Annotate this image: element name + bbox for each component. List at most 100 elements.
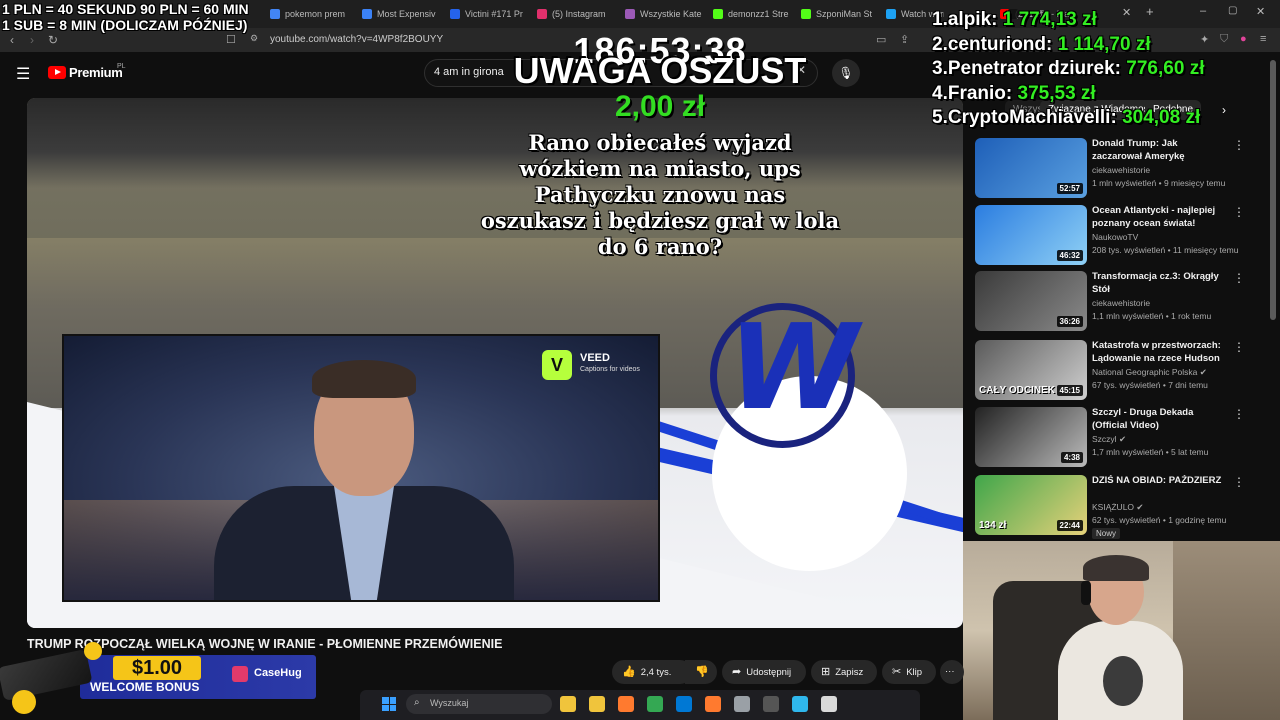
recommendation-meta: 67 tys. wyświetleń • 7 dni temu [1092, 380, 1208, 390]
video-duration: 22:44 [1056, 520, 1083, 531]
video-thumbnail[interactable]: CAŁY ODCINEK 45:15 [975, 340, 1087, 400]
taskbar-app-icon[interactable] [676, 696, 692, 712]
ad-bonus-text: WELCOME BONUS [90, 680, 200, 694]
taskbar-search-input[interactable]: Wyszukaj [430, 698, 468, 708]
browser-tab[interactable]: pokemon prem [270, 4, 348, 24]
more-actions-button[interactable]: ··· [940, 660, 964, 684]
new-badge: Nowy [1092, 528, 1121, 539]
browser-tab[interactable]: Most Expensiv [362, 4, 440, 24]
thumbs-down-icon: 👎 [695, 666, 709, 678]
tab-favicon-icon [886, 9, 896, 19]
screen: pokemon prem Most Expensiv Victini #171 … [0, 0, 1280, 720]
recommendation-title[interactable]: Szczyl - Druga Dekada (Official Video) [1092, 407, 1222, 432]
channel-logo-letter-icon: W [728, 298, 859, 436]
recommendation-channel[interactable]: ciekawehistorie [1092, 298, 1150, 308]
dislike-button[interactable]: 👎 [685, 660, 717, 684]
youtube-logo-icon[interactable] [48, 66, 66, 79]
tab-favicon-icon [801, 9, 811, 19]
cast-icon[interactable]: ▭ [876, 33, 886, 46]
bookmark-icon[interactable]: ☐ [226, 33, 236, 46]
video-duration: 45:15 [1056, 385, 1083, 396]
recommendation-channel[interactable]: ciekawehistorie [1092, 165, 1150, 175]
shirt-print [1103, 656, 1143, 706]
browser-tab[interactable]: Victini #171 Pr [450, 4, 528, 24]
browser-tab[interactable]: (5) Instagram [537, 4, 615, 24]
recommendation-channel[interactable]: KSIĄŻULO ✔ [1092, 502, 1144, 513]
video-thumbnail[interactable]: 134 zł 22:44 [975, 475, 1087, 535]
recommendation-item[interactable]: 134 zł 22:44 DZIŚ NA OBIAD: PAŹDZIERZ KSIĄŻ… [975, 475, 1247, 539]
more-options-icon[interactable]: ⋮ [1233, 205, 1245, 219]
browser-tab[interactable]: demonzz1 Stre [713, 4, 791, 24]
taskbar-app-icon[interactable] [647, 696, 663, 712]
recommendation-item[interactable]: 46:32 Ocean Atlantycki - najlepiej poznan… [975, 205, 1247, 269]
youtube-brand[interactable]: Premium [69, 65, 123, 80]
video-duration: 4:38 [1060, 452, 1083, 463]
url-field[interactable]: youtube.com/watch?v=4WP8f2BOUYY [270, 34, 443, 45]
donation-leaderboard: 1.alpik: 1 774,13 zł 2.centuriond: 1 114… [932, 8, 1272, 131]
recommendation-channel[interactable]: National Geographic Polska ✔ [1092, 367, 1207, 378]
recommendation-channel[interactable]: Szczyl ✔ [1092, 434, 1126, 445]
taskbar-app-icon[interactable] [589, 696, 605, 712]
site-info-icon[interactable]: ⚙ [250, 33, 258, 44]
video-inset-speaker: V VEED Captions for videos [62, 334, 660, 602]
rules-line: 1 PLN = 40 SEKUND 90 PLN = 60 MIN [2, 1, 249, 17]
video-thumbnail[interactable]: 36:26 [975, 271, 1087, 331]
tab-favicon-icon [450, 9, 460, 19]
recommendation-title[interactable]: Transformacja cz.3: Okrągły Stół [1092, 271, 1222, 296]
recommendation-channel[interactable]: NaukowoTV [1092, 232, 1138, 242]
recommendation-title[interactable]: Ocean Atlantycki - najlepiej poznany oce… [1092, 205, 1222, 230]
save-icon: ⊞ [821, 666, 831, 678]
thumbnail-text: CAŁY ODCINEK [979, 385, 1055, 396]
recommendation-title[interactable]: Donald Trump: Jak zaczarował Amerykę [1092, 138, 1222, 163]
taskbar-app-icon[interactable] [705, 696, 721, 712]
recommendation-title[interactable]: Katastrofa w przestworzach: Lądowanie na… [1092, 340, 1222, 365]
share-page-icon[interactable]: ⇪ [900, 33, 909, 46]
taskbar-app-icon[interactable] [792, 696, 808, 712]
share-button[interactable]: ➦ Udostępnij [722, 660, 806, 684]
share-icon: ➦ [732, 666, 742, 678]
coin-icon [84, 642, 102, 660]
recommendation-meta: 1,1 mln wyświetleń • 1 rok temu [1092, 311, 1212, 321]
forward-icon[interactable]: › [30, 33, 34, 47]
video-thumbnail[interactable]: 52:57 [975, 138, 1087, 198]
headset-icon [1081, 581, 1091, 605]
speaker-hair [312, 360, 416, 398]
windows-start-icon[interactable] [382, 697, 396, 711]
video-duration: 52:57 [1056, 183, 1083, 194]
reload-icon[interactable]: ↻ [48, 33, 58, 47]
donation-message: Rano obiecałeś wyjazd wózkiem na miasto,… [480, 130, 840, 259]
stream-rules: 1 PLN = 40 SEKUND 90 PLN = 60 MIN 1 SUB … [2, 1, 249, 33]
browser-tab[interactable]: Wszystkie Kate [625, 4, 703, 24]
recommendation-item[interactable]: 4:38 Szczyl - Druga Dekada (Official Vide… [975, 407, 1247, 471]
like-button[interactable]: 👍 2,4 tys. [612, 660, 692, 684]
recommendation-title[interactable]: DZIŚ NA OBIAD: PAŹDZIERZ [1092, 475, 1222, 488]
leaderboard-row: 1.alpik: 1 774,13 zł [932, 9, 1097, 30]
taskbar-app-icon[interactable] [763, 696, 779, 712]
recommendation-item[interactable]: CAŁY ODCINEK 45:15 Katastrofa w przestworz… [975, 340, 1247, 404]
recommendation-item[interactable]: 52:57 Donald Trump: Jak zaczarował Ameryk… [975, 138, 1247, 202]
taskbar-app-icon[interactable] [618, 696, 634, 712]
video-thumbnail[interactable]: 4:38 [975, 407, 1087, 467]
clip-button[interactable]: ✂ Klip [882, 660, 936, 684]
taskbar-app-icon[interactable] [560, 696, 576, 712]
hamburger-menu-icon[interactable]: ☰ [16, 64, 30, 84]
video-thumbnail[interactable]: 46:32 [975, 205, 1087, 265]
more-options-icon[interactable]: ⋮ [1233, 138, 1245, 152]
more-options-icon[interactable]: ⋮ [1233, 340, 1245, 354]
taskbar-app-icon[interactable] [734, 696, 750, 712]
taskbar-app-icon[interactable] [821, 696, 837, 712]
recommendation-item[interactable]: 36:26 Transformacja cz.3: Okrągły Stół cie… [975, 271, 1247, 335]
browser-tab[interactable]: SzponiMan St [801, 4, 873, 24]
save-button[interactable]: ⊞ Zapisz [811, 660, 877, 684]
verified-icon: ✔ [1199, 367, 1207, 377]
webcam-background-shelf [1173, 541, 1280, 720]
donation-amount: 2,00 zł [614, 90, 706, 123]
more-options-icon[interactable]: ⋮ [1233, 407, 1245, 421]
veed-tagline: Captions for videos [580, 366, 640, 373]
back-icon[interactable]: ‹ [10, 33, 14, 47]
thumbnail-text: 134 zł [979, 520, 1007, 531]
taskbar-search-box[interactable] [406, 694, 552, 714]
more-options-icon[interactable]: ⋮ [1233, 475, 1245, 489]
casehug-ad-overlay[interactable]: $1.00 WELCOME BONUS CaseHug [0, 640, 318, 720]
more-options-icon[interactable]: ⋮ [1233, 271, 1245, 285]
